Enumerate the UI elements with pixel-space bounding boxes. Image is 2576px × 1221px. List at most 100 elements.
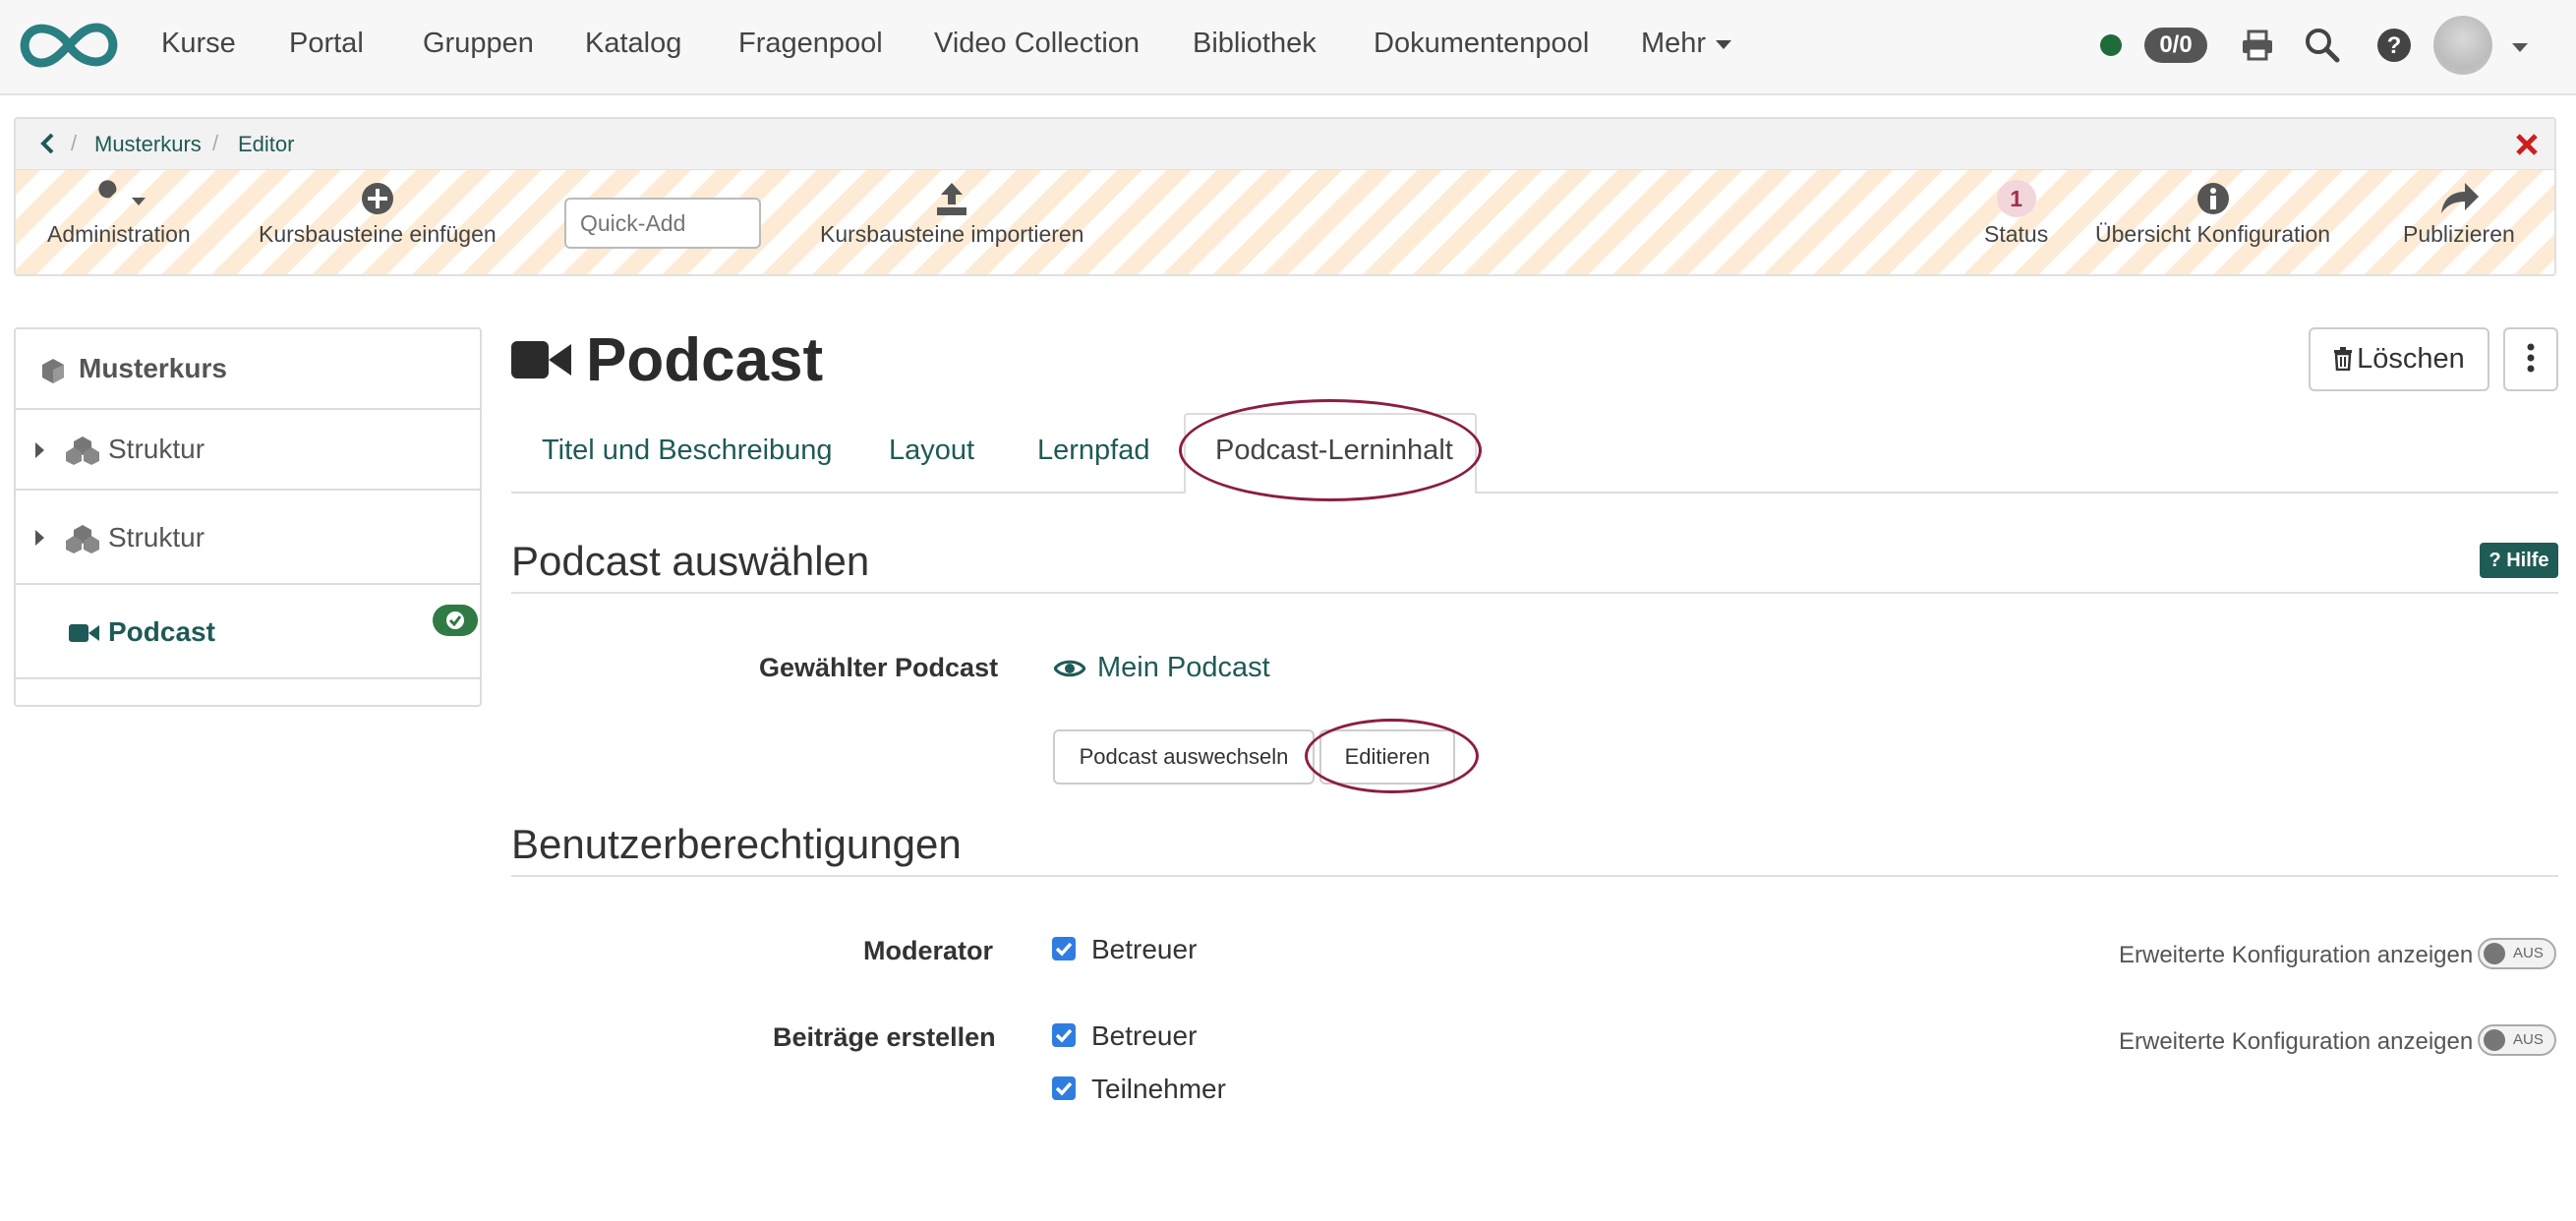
wrench-icon xyxy=(93,180,146,213)
page-title: Podcast xyxy=(511,324,823,395)
overview-configuration-button[interactable]: Übersicht Konfiguration xyxy=(2095,180,2330,248)
nav-portal[interactable]: Portal xyxy=(289,28,364,60)
section-title-podcast-select: Podcast auswählen xyxy=(511,538,870,584)
caret-right-icon[interactable] xyxy=(35,530,44,546)
checkbox-label: Teilnehmer xyxy=(1091,1074,1226,1104)
tab-lernpfad[interactable]: Lernpfad xyxy=(1037,435,1150,467)
chevron-down-icon xyxy=(1716,39,1732,49)
nav-dokumentenpool[interactable]: Dokumentenpool xyxy=(1374,28,1589,60)
publish-button[interactable]: Publizieren xyxy=(2403,180,2515,248)
delete-button[interactable]: Löschen xyxy=(2309,327,2489,391)
insert-course-element-button[interactable]: Kursbausteine einfügen xyxy=(259,180,497,248)
checkbox-moderator-betreuer[interactable] xyxy=(1052,937,1076,960)
status-button[interactable]: 1 Status xyxy=(1984,180,2048,248)
tree-item-label: Struktur xyxy=(108,522,205,552)
toggle-state-label: AUS xyxy=(2513,945,2544,961)
extended-config-label: Erweiterte Konfiguration anzeigen xyxy=(2119,942,2474,968)
checkbox-create-betreuer[interactable] xyxy=(1052,1023,1076,1047)
nav-gruppen[interactable]: Gruppen xyxy=(423,28,534,60)
editor-toolbar: / Musterkurs / Editor Administration Kur… xyxy=(14,117,2556,276)
import-label: Kursbausteine importieren xyxy=(820,221,1084,247)
administration-label: Administration xyxy=(47,221,191,247)
more-actions-button[interactable] xyxy=(2503,327,2558,391)
toggle-state-label: AUS xyxy=(2513,1031,2544,1048)
chevron-left-icon[interactable] xyxy=(35,131,61,156)
breadcrumb-editor[interactable]: Editor xyxy=(238,132,294,157)
checkbox-label: Betreuer xyxy=(1091,934,1198,964)
openolat-logo-icon[interactable] xyxy=(18,18,120,73)
checkbox-label: Betreuer xyxy=(1091,1020,1198,1051)
extended-config-toggle[interactable]: AUS xyxy=(2478,1024,2556,1056)
import-course-elements-button[interactable]: Kursbausteine importieren xyxy=(820,180,1083,248)
publish-label: Publizieren xyxy=(2403,221,2515,247)
tree-root-label: Musterkurs xyxy=(79,353,227,383)
switch-podcast-button[interactable]: Podcast auswechseln xyxy=(1053,729,1315,785)
overview-label: Übersicht Konfiguration xyxy=(2095,221,2331,247)
share-icon xyxy=(2440,183,2479,213)
edit-podcast-button[interactable]: Editieren xyxy=(1319,729,1455,785)
tree-item-label: Struktur xyxy=(108,434,205,464)
status-label: Status xyxy=(1984,221,2049,247)
close-icon[interactable] xyxy=(2513,131,2541,158)
nav-kurse[interactable]: Kurse xyxy=(161,28,236,60)
help-button[interactable]: ? Hilfe xyxy=(2480,543,2558,578)
tree-item-label: Podcast xyxy=(108,616,215,647)
course-tree: Musterkurs Struktur Struktur Podcast xyxy=(14,327,482,707)
structure-icon xyxy=(66,525,99,553)
notification-counter[interactable]: 0/0 xyxy=(2144,28,2207,63)
structure-icon xyxy=(66,436,99,465)
vertical-ellipsis-icon xyxy=(2527,343,2535,373)
breadcrumb-musterkurs[interactable]: Musterkurs xyxy=(94,132,202,157)
delete-label: Löschen xyxy=(2357,343,2465,375)
video-camera-icon xyxy=(511,341,571,378)
top-navigation: Kurse Portal Gruppen Katalog Fragenpool … xyxy=(0,0,2576,95)
toggle-knob xyxy=(2484,1029,2505,1051)
tree-root[interactable]: Musterkurs xyxy=(16,329,480,410)
video-camera-icon xyxy=(69,624,99,642)
checkmark-icon xyxy=(1055,1081,1073,1096)
tab-podcast-lerninhalt[interactable]: Podcast-Lerninhalt xyxy=(1215,435,1453,467)
extended-config-toggle[interactable]: AUS xyxy=(2478,938,2556,969)
nav-fragenpool[interactable]: Fragenpool xyxy=(738,28,883,60)
upload-icon xyxy=(937,183,967,215)
help-icon[interactable]: ? xyxy=(2374,26,2414,65)
tree-item-struktur-1[interactable]: Struktur xyxy=(16,410,480,491)
toolbar-band: Administration Kursbausteine einfügen Ku… xyxy=(16,170,2554,274)
insert-label: Kursbausteine einfügen xyxy=(259,221,497,247)
selected-podcast-link[interactable]: Mein Podcast xyxy=(1054,652,1270,684)
tab-layout[interactable]: Layout xyxy=(889,435,974,467)
nav-mehr[interactable]: Mehr xyxy=(1641,28,1732,60)
tree-item-podcast[interactable]: Podcast xyxy=(16,585,480,679)
chevron-down-icon[interactable] xyxy=(2512,43,2528,52)
breadcrumb: / Musterkurs / Editor xyxy=(16,119,2554,170)
help-circle-icon: ? xyxy=(2488,550,2501,571)
check-badge-icon xyxy=(433,605,478,636)
breadcrumb-separator: / xyxy=(71,131,78,155)
avatar[interactable] xyxy=(2433,16,2492,75)
search-icon[interactable] xyxy=(2303,26,2342,65)
selected-podcast-name: Mein Podcast xyxy=(1097,652,1270,683)
moderator-label: Moderator xyxy=(863,936,994,965)
caret-right-icon[interactable] xyxy=(35,442,44,458)
checkbox-create-teilnehmer[interactable] xyxy=(1052,1076,1076,1100)
online-status-icon[interactable] xyxy=(2100,34,2122,56)
print-icon[interactable] xyxy=(2238,26,2277,65)
nav-katalog[interactable]: Katalog xyxy=(585,28,681,60)
section-divider xyxy=(511,875,2558,877)
check-circle-icon xyxy=(446,611,464,629)
selected-podcast-label: Gewählter Podcast xyxy=(759,653,999,682)
tree-item-struktur-2[interactable]: Struktur xyxy=(16,491,480,585)
checkmark-icon xyxy=(1055,942,1073,957)
tab-titel-beschreibung[interactable]: Titel und Beschreibung xyxy=(542,435,833,467)
tabs-divider xyxy=(511,492,2558,494)
nav-mehr-label: Mehr xyxy=(1641,28,1707,59)
help-label: Hilfe xyxy=(2506,550,2549,571)
section-title-permissions: Benutzerberechtigungen xyxy=(511,821,962,867)
trash-icon xyxy=(2334,347,2353,372)
nav-video-collection[interactable]: Video Collection xyxy=(934,28,1140,60)
create-posts-label: Beiträge erstellen xyxy=(773,1022,996,1052)
quick-add-input[interactable] xyxy=(564,198,761,249)
cube-icon xyxy=(42,359,64,383)
administration-button[interactable]: Administration xyxy=(47,180,191,248)
nav-bibliothek[interactable]: Bibliothek xyxy=(1193,28,1317,60)
